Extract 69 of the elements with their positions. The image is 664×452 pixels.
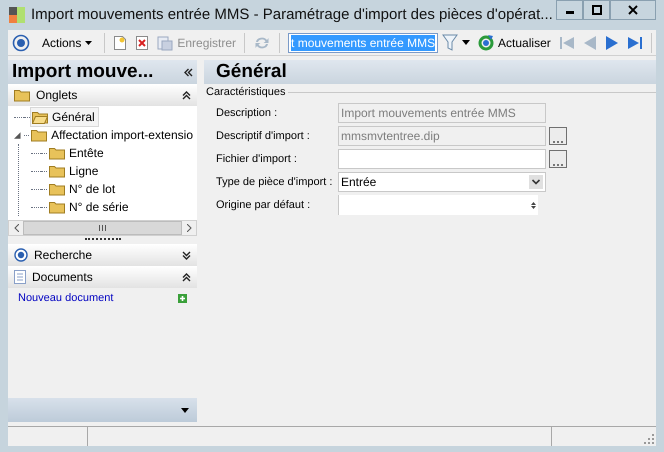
left-triangle-icon [584,36,596,50]
new-document-link[interactable]: Nouveau document [18,290,178,306]
app-icon [9,7,25,23]
collapse-icon[interactable] [182,272,191,282]
sidebar-title: Import mouve... [12,61,154,83]
folder-icon [14,88,30,102]
section-header[interactable]: Onglets [8,84,197,106]
tree-item[interactable]: Affectation import-extensio [29,125,197,145]
minimize-button[interactable] [556,0,583,20]
horizontal-scrollbar[interactable] [8,220,197,236]
tree-item[interactable]: Entête [47,143,108,163]
collapse-icon[interactable] [182,90,191,100]
add-icon[interactable] [178,294,187,302]
window-title: Import mouvements entrée MMS - Paramétrage d'import des pièces d'opérat... [31,4,554,25]
actions-menu-button[interactable]: Actions [34,34,100,52]
close-button[interactable] [610,0,656,20]
section-header[interactable]: Recherche [8,244,197,266]
refresh-icon [478,34,494,50]
collapse-left-icon[interactable] [184,68,193,76]
input-field[interactable] [338,149,546,169]
resize-grip-icon[interactable] [644,434,654,444]
save-icon [157,34,174,50]
delete-document-icon [135,34,150,50]
folder-icon [49,182,65,196]
document-icon [14,270,26,284]
right-triangle-icon [606,36,618,50]
field-label: Description : [215,106,278,121]
tree-item[interactable]: N° de lot [47,179,120,199]
scroll-left-icon [14,224,18,232]
caret-icon [462,40,470,45]
new-document-icon [113,34,128,50]
folder-icon [49,146,65,160]
type-dropdown[interactable]: Entrée [338,172,546,192]
filter-icon [442,34,458,51]
scroll-right-icon [186,224,192,232]
skip-to-start-icon [560,36,574,50]
close-icon [628,5,638,15]
spinner-icon [531,200,536,210]
page-title: Général [216,61,287,83]
group-title: Caractéristiques [206,85,286,100]
target-icon [14,248,28,262]
maximize-button[interactable] [583,0,610,20]
browse-button[interactable] [549,150,567,168]
tree-item[interactable]: N° de série [47,197,132,217]
grip-icon [99,225,106,231]
refresh-button[interactable]: Actualiser [474,34,555,52]
field-label: Type de pièce d'import : [215,174,334,190]
maximize-icon [592,5,602,15]
browse-button[interactable] [549,127,567,145]
skip-to-end-icon [628,36,642,50]
ellipsis-icon [553,140,563,144]
field-label: Fichier d'import : [215,152,298,167]
folder-icon [49,164,65,178]
expand-icon[interactable] [182,250,191,260]
tree-item[interactable]: Général [30,107,99,127]
ellipsis-icon [553,163,563,167]
target-icon [12,34,30,52]
chevron-down-icon [529,175,543,189]
caret-down-icon[interactable] [181,408,189,412]
caret-icon [85,40,92,44]
field-label: Origine par défaut : [215,198,312,213]
folder-icon [49,200,65,214]
origin-field[interactable] [338,195,538,215]
refresh-icon [253,34,272,50]
tree-item[interactable]: Ligne [47,161,102,181]
field-label: Descriptif d'import : [215,128,311,144]
expand-arrow-icon[interactable] [14,132,21,138]
section-header[interactable]: Documents [8,266,197,288]
open-folder-icon [32,110,48,124]
